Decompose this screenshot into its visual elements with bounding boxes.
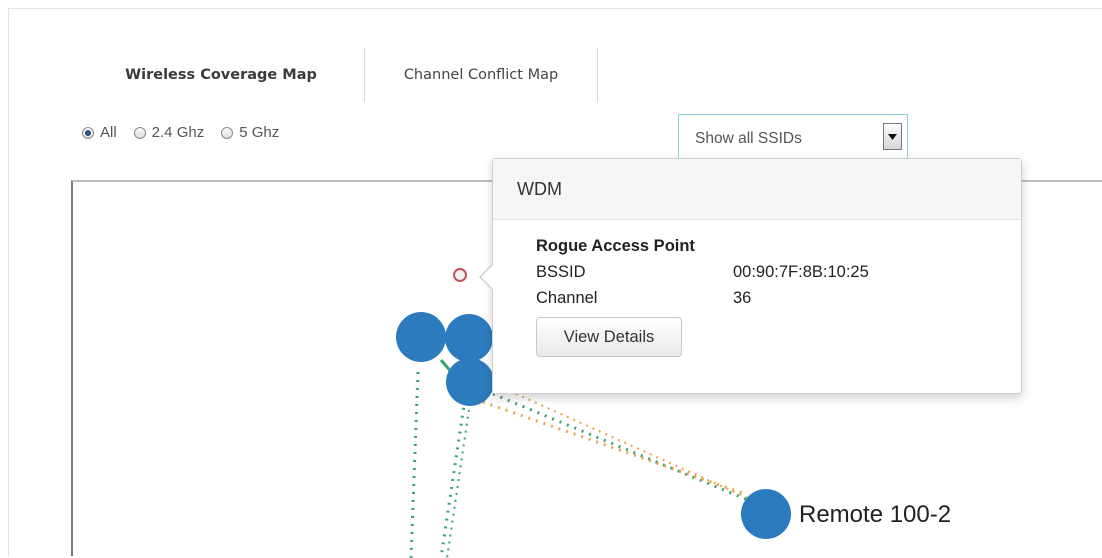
- popover-row-channel: Channel 36: [536, 285, 869, 311]
- row-label: Channel: [536, 288, 598, 307]
- row-value: 36: [733, 288, 752, 307]
- rogue-access-point-marker[interactable]: [453, 268, 467, 282]
- ssid-select-dropdown-button[interactable]: [883, 123, 902, 150]
- ssid-select-value: Show all SSIDs: [695, 130, 802, 147]
- radio-2-4ghz[interactable]: 2.4 Ghz: [133, 124, 205, 141]
- mesh-link: [439, 391, 468, 558]
- radio-5ghz[interactable]: 5 Ghz: [221, 124, 279, 141]
- interference-link: [482, 400, 746, 496]
- radio-button-checked[interactable]: [82, 126, 94, 139]
- band-filter: All 2.4 Ghz 5 Ghz: [82, 124, 296, 141]
- chevron-down-icon: [888, 134, 897, 140]
- popover-header: WDM: [493, 159, 1021, 220]
- popover-title: Rogue Access Point: [536, 237, 695, 255]
- map-tabs: Wireless Coverage Map Channel Conflict M…: [78, 48, 598, 102]
- ap-node-remote-100-2[interactable]: [741, 489, 791, 539]
- radio-button[interactable]: [133, 126, 146, 139]
- view-details-button[interactable]: View Details: [536, 317, 682, 357]
- device-popover: WDM Rogue Access Point BSSID 00:90:7F:8B…: [479, 158, 1022, 394]
- tab-channel-conflict-map[interactable]: Channel Conflict Map: [364, 48, 598, 102]
- radio-label-5ghz: 5 Ghz: [239, 124, 280, 141]
- popover-arrow-inner: [481, 264, 494, 290]
- popover-row-bssid: BSSID 00:90:7F:8B:10:25: [536, 259, 869, 285]
- radio-label-all: All: [100, 124, 117, 141]
- panel-top-border: [8, 8, 1102, 9]
- panel-left-border: [8, 8, 9, 556]
- radio-button[interactable]: [221, 126, 234, 139]
- mesh-link: [446, 395, 472, 558]
- ap-node[interactable]: [396, 312, 446, 362]
- radio-label-2-4ghz: 2.4 Ghz: [151, 124, 205, 141]
- popover-body: Rogue Access Point BSSID 00:90:7F:8B:10:…: [536, 237, 869, 357]
- row-label: BSSID: [536, 262, 586, 281]
- row-value: 00:90:7F:8B:10:25: [733, 262, 869, 281]
- node-label-remote-100-2: Remote 100-2: [799, 501, 952, 528]
- ap-node[interactable]: [445, 314, 493, 362]
- radio-all[interactable]: All: [82, 124, 117, 141]
- ap-node[interactable]: [446, 358, 494, 406]
- mesh-link: [492, 392, 749, 502]
- ssid-select[interactable]: Show all SSIDs: [678, 114, 908, 160]
- tab-wireless-coverage-map[interactable]: Wireless Coverage Map: [78, 48, 364, 102]
- mesh-link: [409, 371, 420, 558]
